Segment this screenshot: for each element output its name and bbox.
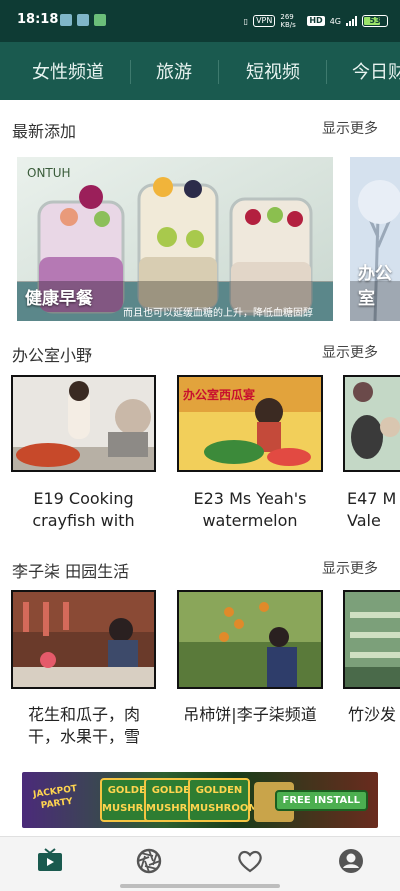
ad-badge: GOLDEN MUSHROOM [188, 778, 258, 822]
status-time: 18:18 [17, 12, 59, 27]
crayfish-thumbnail [13, 377, 154, 470]
net-speed: 269 KB/s [280, 13, 296, 29]
notification-icon [94, 14, 106, 26]
section-title-liziqi: 李子柒 田园生活 [12, 562, 130, 581]
nav-favorites[interactable] [236, 847, 266, 877]
show-more-button[interactable]: 显示更多 [322, 118, 378, 138]
vibrate-icon: ▯ [243, 16, 249, 26]
tab-travel[interactable]: 旅游 [156, 58, 192, 84]
tab-divider [130, 60, 131, 84]
channel-logo-text: ONTUH [27, 166, 71, 180]
ad-logo-text: JACKPOT PARTY [32, 784, 78, 812]
partial-thumbnail [345, 377, 400, 470]
video-title[interactable]: E47 M Vale [347, 488, 400, 532]
watermelon-thumbnail: 办公室西瓜宴 [179, 377, 321, 470]
card-label: 健康早餐 [25, 289, 93, 309]
card-label: 办公室 [358, 264, 392, 309]
battery-icon: 53 [362, 15, 388, 27]
home-indicator [120, 884, 280, 888]
video-title[interactable]: E19 Cooking crayfish with [16, 488, 151, 532]
featured-card-breakfast[interactable]: ONTUH 健康早餐 而且也可以延缓血糖的上升，降低血糖固醇 [17, 157, 333, 321]
heart-icon [238, 850, 262, 873]
tab-women[interactable]: 女性频道 [32, 58, 104, 84]
show-more-button[interactable]: 显示更多 [322, 342, 378, 362]
video-thumbnail-snacks[interactable] [11, 590, 156, 689]
account-icon [339, 849, 363, 873]
thumbnail-title: 办公室西瓜宴 [183, 387, 255, 402]
notification-icon [77, 14, 89, 26]
network-type: 4G [329, 16, 341, 26]
tv-icon [38, 848, 62, 871]
aperture-icon [136, 848, 162, 874]
nav-explore[interactable] [135, 847, 165, 877]
snacks-thumbnail [13, 592, 154, 687]
show-more-button[interactable]: 显示更多 [322, 558, 378, 578]
notification-icon [60, 14, 72, 26]
video-title[interactable]: 花生和瓜子，肉干，水果干，雪 [14, 704, 154, 748]
video-subtitle: 而且也可以延缓血糖的上升，降低血糖固醇 [123, 308, 313, 319]
status-bar: 18:18 ▯ VPN 269 KB/s HD 4G 53 [0, 0, 400, 42]
notification-icons [60, 14, 106, 26]
tab-short-video[interactable]: 短视频 [246, 58, 300, 84]
hd-badge: HD [307, 16, 325, 26]
nav-account[interactable] [337, 847, 367, 877]
persimmon-thumbnail [179, 592, 321, 687]
bottom-navigation [0, 836, 400, 891]
video-title[interactable]: 竹沙发 [348, 704, 400, 726]
signal-icon [346, 16, 357, 26]
nav-home[interactable] [36, 847, 66, 877]
status-right: ▯ VPN 269 KB/s HD 4G 53 [244, 13, 388, 29]
tab-today-finance[interactable]: 今日财 [352, 58, 400, 84]
category-tabs: 女性频道 旅游 短视频 今日财 [0, 42, 400, 100]
ad-banner[interactable]: JACKPOT PARTY GOLDEN MUSHROOM GOLDEN MUS… [22, 772, 378, 828]
video-title[interactable]: 吊柿饼|李子柒频道 [180, 704, 320, 726]
tab-divider [218, 60, 219, 84]
section-title-latest: 最新添加 [12, 122, 77, 141]
section-title-office-ono: 办公室小野 [12, 346, 93, 365]
featured-card-office[interactable]: 办公室 [350, 157, 400, 321]
video-thumbnail-persimmon[interactable] [177, 590, 323, 689]
bamboo-thumbnail [345, 592, 400, 687]
video-title[interactable]: E23 Ms Yeah's watermelon [180, 488, 320, 532]
tab-divider [326, 60, 327, 84]
video-thumbnail-crayfish[interactable] [11, 375, 156, 472]
video-thumbnail-partial[interactable] [343, 375, 400, 472]
vpn-badge: VPN [253, 15, 276, 27]
video-thumbnail-watermelon[interactable]: 办公室西瓜宴 [177, 375, 323, 472]
video-thumbnail-bamboo[interactable] [343, 590, 400, 689]
ad-install-button[interactable]: FREE INSTALL [274, 790, 368, 811]
